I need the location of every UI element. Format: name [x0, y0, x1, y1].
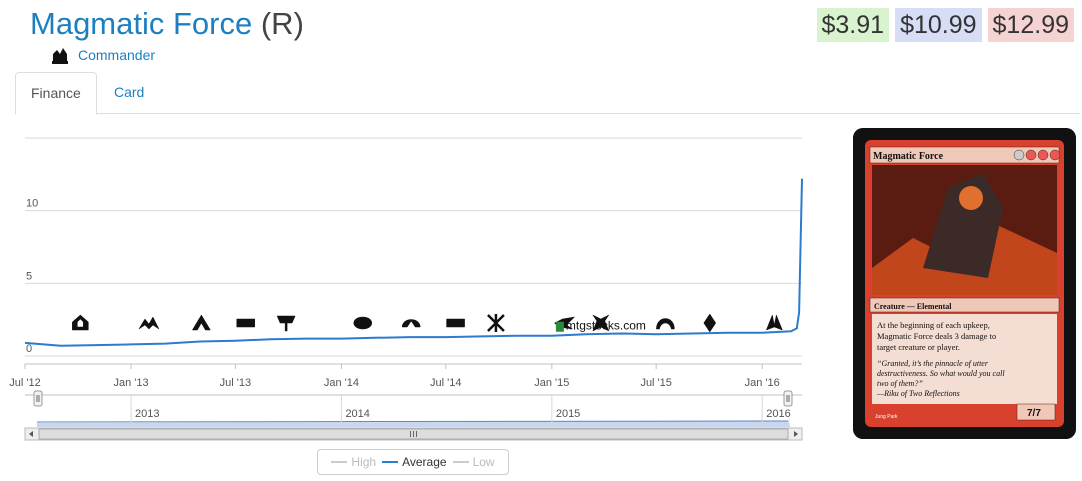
magic-2014-icon — [236, 318, 256, 328]
tab-finance[interactable]: Finance — [15, 72, 97, 115]
x-tick-label: Jan '15 — [534, 377, 569, 389]
x-tick-label: Jan '14 — [324, 377, 359, 389]
gatecrash-icon — [138, 316, 160, 330]
legend-item-average[interactable]: Average — [382, 455, 447, 469]
card-image-name: Magmatic Force — [873, 151, 944, 162]
return-to-ravnica-icon — [72, 314, 89, 331]
set-name-link[interactable]: Commander — [78, 47, 155, 63]
card-title: Magmatic Force (R) — [30, 4, 304, 44]
navigator-year-label: 2016 — [766, 408, 790, 420]
theros-icon — [276, 315, 296, 332]
card-name-link[interactable]: Magmatic Force — [30, 6, 252, 41]
x-tick-label: Jan '13 — [113, 377, 148, 389]
born-of-the-gods-icon — [353, 316, 373, 330]
legend-item-high[interactable]: High — [331, 455, 376, 469]
navigator-right-handle[interactable] — [783, 390, 793, 407]
commander-set-icon — [52, 48, 68, 64]
x-tick-label: Jul '14 — [430, 377, 461, 389]
chart-watermark: mtgstocks.com — [566, 319, 646, 333]
x-tick-label: Jul '13 — [220, 377, 251, 389]
y-tick-label: 5 — [26, 270, 32, 282]
set-line: Commander — [50, 44, 155, 66]
legend-item-low[interactable]: Low — [452, 455, 495, 469]
battle-for-zendikar-icon — [703, 313, 717, 333]
x-tick-label: Jul '15 — [640, 377, 671, 389]
navigator-year-label: 2013 — [135, 408, 159, 420]
tab-card[interactable]: Card — [99, 72, 159, 112]
magic-origins-icon — [656, 318, 675, 330]
average-price-badge: $10.99 — [895, 8, 982, 42]
khans-of-tarkir-icon — [487, 314, 505, 332]
y-tick-label: 10 — [26, 198, 38, 210]
navigator-left-handle[interactable] — [33, 390, 43, 407]
magic-2015-icon — [446, 318, 465, 328]
chart-legend: High Average Low — [317, 449, 509, 475]
navigator-year-label: 2015 — [556, 408, 580, 420]
card-image: Magmatic Force Creature — Elemental At t… — [853, 128, 1076, 439]
card-type-line: Creature — Elemental — [874, 302, 952, 311]
oath-of-the-gatewatch-icon — [765, 314, 783, 331]
journey-into-nyx-icon — [401, 319, 421, 328]
x-tick-label: Jul '12 — [9, 377, 40, 389]
low-price-badge: $3.91 — [816, 8, 890, 42]
price-badges: $3.91 $10.99 $12.99 — [816, 8, 1074, 42]
x-tick-label: Jan '16 — [745, 377, 780, 389]
card-power-toughness: 7/7 — [1027, 408, 1041, 419]
navigator-year-label: 2014 — [345, 408, 369, 420]
dragons-maze-icon — [191, 314, 211, 331]
card-rarity: (R) — [260, 6, 304, 41]
tab-bar: Finance Card — [15, 72, 1080, 115]
card-artist: Jung Park — [875, 414, 898, 420]
high-price-badge: $12.99 — [987, 8, 1074, 42]
y-tick-label: 0 — [26, 343, 32, 355]
price-chart: 0 5 10 Jul '12 Jan '13 Jul '13 Jan '14 Jul '14 J… — [9, 137, 803, 441]
mtgstocks-logo-icon — [555, 321, 564, 332]
